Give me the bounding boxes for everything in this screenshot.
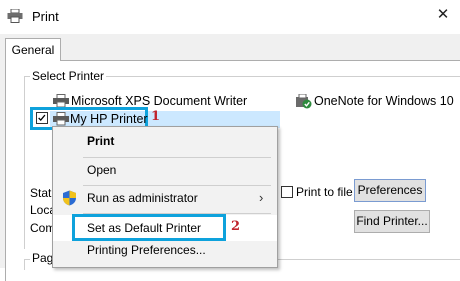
printer-item-xps[interactable]: Microsoft XPS Document Writer <box>71 94 247 108</box>
select-printer-label: Select Printer <box>30 69 107 83</box>
menu-item-print[interactable]: Print <box>53 128 277 154</box>
tab-general[interactable]: General <box>5 38 61 61</box>
menu-item-open-label: Open <box>87 163 117 177</box>
print-to-file-checkbox[interactable] <box>281 186 293 198</box>
printer-item-onenote[interactable]: OneNote for Windows 10 <box>314 94 460 108</box>
highlight-box-2 <box>72 214 226 241</box>
menu-item-run-as-admin-label: Run as administrator <box>87 191 198 205</box>
status-label: Stat <box>30 186 52 200</box>
annotation-number-2: 2 <box>231 219 241 234</box>
checkmark-icon <box>38 114 46 122</box>
chevron-right-icon: › <box>259 190 264 205</box>
printer-item-my-hp[interactable]: My HP Printer <box>70 112 148 126</box>
print-to-file-label: Print to file <box>296 185 353 199</box>
annotation-number-1: 1 <box>151 109 161 124</box>
printer-icon <box>53 94 69 108</box>
printer-icon <box>7 9 23 23</box>
menu-item-open[interactable]: Open <box>53 157 277 183</box>
printer-icon <box>53 112 69 126</box>
menu-item-print-label: Print <box>87 134 115 148</box>
window-title: Print <box>32 9 59 24</box>
title-bar: Print ✕ <box>0 0 460 34</box>
uac-shield-icon <box>63 190 76 206</box>
context-menu: Print Open Run as administrator › Set as… <box>52 126 278 268</box>
onenote-printer-icon <box>296 94 312 109</box>
preferences-button[interactable]: Preferences <box>354 179 426 202</box>
tab-general-label: General <box>11 43 55 57</box>
find-printer-button[interactable]: Find Printer... <box>354 210 430 233</box>
close-icon[interactable]: ✕ <box>432 4 454 26</box>
menu-item-run-as-admin[interactable]: Run as administrator › <box>53 185 277 211</box>
printer-checkbox[interactable] <box>36 112 48 124</box>
